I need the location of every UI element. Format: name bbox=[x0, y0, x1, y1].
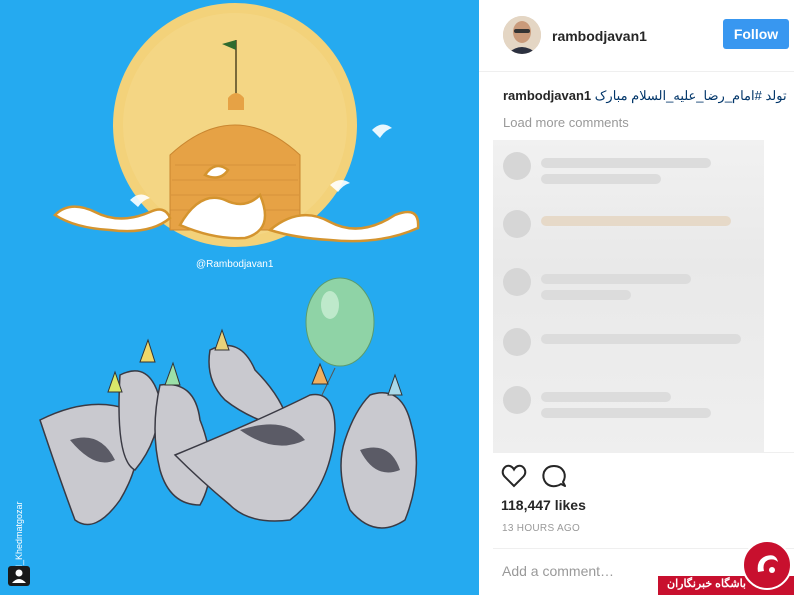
caption-username[interactable]: rambodjavan1 bbox=[503, 88, 591, 103]
badge-text: باشگاه خبرنگاران bbox=[667, 578, 746, 590]
pigeons bbox=[39, 328, 418, 529]
news-logo-icon bbox=[742, 540, 792, 590]
post-illustration bbox=[39, 3, 420, 529]
user-tag-icon bbox=[12, 569, 26, 583]
news-agency-badge: باشگاه خبرنگاران bbox=[658, 540, 794, 595]
post-caption: rambodjavan1 تولد #امام_رضا_علیه_السلام … bbox=[503, 88, 787, 104]
caption-text[interactable]: تولد #امام_رضا_علیه_السلام مبارک bbox=[595, 88, 787, 103]
post-image[interactable]: @Rambodjavan1 d_Khedmatgozar bbox=[0, 0, 479, 595]
heart-icon bbox=[501, 464, 527, 488]
post-header: rambodjavan1 Follow bbox=[479, 0, 794, 72]
avatar[interactable] bbox=[503, 16, 541, 54]
user-tag-button[interactable] bbox=[8, 566, 30, 586]
follow-button[interactable]: Follow bbox=[723, 19, 789, 49]
image-watermark: @Rambodjavan1 bbox=[196, 259, 274, 270]
like-button[interactable] bbox=[500, 462, 528, 490]
blurred-comments bbox=[493, 140, 764, 452]
like-count[interactable]: 118,447 likes bbox=[501, 497, 586, 513]
divider bbox=[493, 452, 794, 453]
artist-signature: d_Khedmatgozar bbox=[14, 501, 24, 570]
username[interactable]: rambodjavan1 bbox=[552, 28, 647, 44]
comment-button[interactable] bbox=[540, 462, 568, 490]
load-more-comments-link[interactable]: Load more comments bbox=[503, 115, 629, 130]
comment-icon bbox=[542, 465, 566, 488]
balloon bbox=[305, 277, 375, 367]
post-timestamp[interactable]: 13 HOURS AGO bbox=[502, 523, 580, 534]
